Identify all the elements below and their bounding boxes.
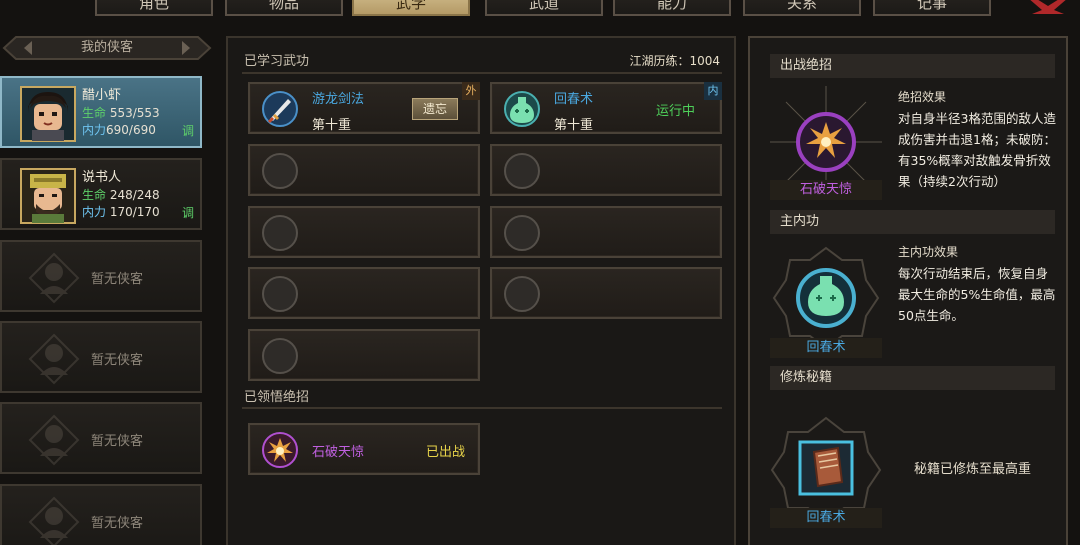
divider — [242, 72, 722, 74]
empty-character-slot[interactable]: 暂无侠客 — [0, 321, 202, 393]
empty-character-slot[interactable]: 暂无侠客 — [0, 402, 202, 474]
battle-effect-title: 绝招效果 — [898, 90, 947, 104]
inner-effect-title: 主内功效果 — [898, 245, 959, 259]
healing-potion-icon — [504, 91, 540, 127]
running-status: 运行中 — [656, 104, 696, 119]
character-hp: 生命 553/553 — [82, 106, 160, 120]
empty-skill-slot[interactable] — [490, 144, 722, 196]
empty-slot-label: 暂无侠客 — [90, 434, 143, 449]
internal-kind-badge: 内 — [704, 82, 722, 100]
sidebar-title: 我的侠客 — [80, 40, 133, 55]
empty-slot-label: 暂无侠客 — [90, 516, 143, 531]
tab-martial-arts[interactable]: 武学 — [352, 0, 470, 16]
character-card-2[interactable]: 说书人 生命 248/248 内力 170/170 调 — [0, 158, 202, 230]
close-icon[interactable] — [1028, 0, 1068, 14]
adjust-button[interactable]: 调 — [182, 204, 194, 221]
tab-character[interactable]: 角色 — [95, 0, 213, 16]
character-card-1[interactable]: 醋小虾 生命 553/553 内力690/690 调 — [0, 76, 202, 148]
inner-skill-name: 回春术 — [770, 338, 882, 358]
sidebar-header: 我的侠客 — [2, 35, 212, 61]
empty-slot-circle — [504, 276, 540, 312]
ultimate-slot-shipo-tianjing[interactable]: 石破天惊 已出战 — [248, 423, 480, 475]
skill-name: 游龙剑法 — [312, 92, 365, 107]
adjust-button[interactable]: 调 — [182, 122, 194, 139]
top-tab-bar: 角色 物品 武学 武道 能力 关系 记事 — [0, 0, 1080, 16]
manual-name: 回春术 — [770, 508, 882, 528]
empty-slot-circle — [262, 153, 298, 189]
tab-journal[interactable]: 记事 — [873, 0, 991, 16]
empty-skill-slot[interactable] — [490, 206, 722, 258]
inner-effect-text: 每次行动结束后，恢复自身最大生命的5%生命值，最高50点生命。 — [898, 266, 1056, 323]
experience-value: 江湖历练：1004 — [629, 54, 720, 68]
empty-skill-slot[interactable] — [248, 267, 480, 319]
skill-slot-huichun[interactable]: 回春术 第十重 运行中 内 — [490, 82, 722, 134]
martial-arts-panel: 已学习武功 江湖历练：1004 游龙剑法 第十重 遗忘 外 回春术 第十重 运行… — [226, 36, 736, 545]
empty-skill-slot[interactable] — [248, 206, 480, 258]
tab-relations[interactable]: 关系 — [743, 0, 861, 16]
skill-level: 第十重 — [312, 118, 352, 133]
empty-slot-circle — [262, 338, 298, 374]
tab-martial-way[interactable]: 武道 — [485, 0, 603, 16]
equipped-status: 已出战 — [426, 445, 466, 460]
empty-skill-slot[interactable] — [490, 267, 722, 319]
ultimate-name: 石破天惊 — [312, 445, 365, 460]
empty-slot-circle — [504, 215, 540, 251]
details-panel: 出战绝招 石破天惊 绝招效果 对自身半径3格范围的敌人造成伤害并击退1格；未破防… — [748, 36, 1068, 545]
ultimate-title: 已领悟绝招 — [244, 390, 310, 405]
empty-character-slot[interactable]: 暂无侠客 — [0, 484, 202, 545]
battle-effect-text: 对自身半径3格范围的敌人造成伤害并击退1格；未破防：有35%概率对敌触发骨折效果… — [898, 111, 1056, 189]
learned-skills-title: 已学习武功 — [244, 54, 310, 69]
empty-slot-circle — [262, 276, 298, 312]
empty-slot-label: 暂无侠客 — [90, 272, 143, 287]
character-name: 说书人 — [82, 170, 122, 185]
empty-skill-slot[interactable] — [248, 329, 480, 381]
character-hp: 生命 248/248 — [82, 188, 160, 202]
character-mp: 内力690/690 — [82, 123, 156, 137]
manual-header: 修炼秘籍 — [770, 366, 1055, 390]
character-portrait-avatar — [20, 168, 76, 224]
manual-status: 秘籍已修炼至最高重 — [914, 462, 1032, 477]
empty-skill-slot[interactable] — [248, 144, 480, 196]
battle-ultimate-name: 石破天惊 — [770, 180, 882, 200]
empty-character-slot[interactable]: 暂无侠客 — [0, 240, 202, 312]
character-portrait-avatar — [20, 86, 76, 142]
external-kind-badge: 外 — [462, 82, 480, 100]
empty-slot-label: 暂无侠客 — [90, 353, 143, 368]
character-mp: 内力 170/170 — [82, 205, 160, 219]
empty-slot-circle — [262, 215, 298, 251]
skill-level: 第十重 — [554, 118, 594, 133]
character-name: 醋小虾 — [82, 88, 122, 103]
burst-ultimate-icon — [262, 432, 298, 468]
sword-skill-icon — [262, 91, 298, 127]
tab-abilities[interactable]: 能力 — [613, 0, 731, 16]
divider — [242, 407, 722, 409]
skill-slot-youlong-sword[interactable]: 游龙剑法 第十重 遗忘 外 — [248, 82, 480, 134]
skill-name: 回春术 — [554, 92, 594, 107]
inner-skill-header: 主内功 — [770, 210, 1055, 234]
battle-ultimate-header: 出战绝招 — [770, 54, 1055, 78]
empty-slot-circle — [504, 153, 540, 189]
tab-items[interactable]: 物品 — [225, 0, 343, 16]
forget-button[interactable]: 遗忘 — [412, 98, 458, 120]
